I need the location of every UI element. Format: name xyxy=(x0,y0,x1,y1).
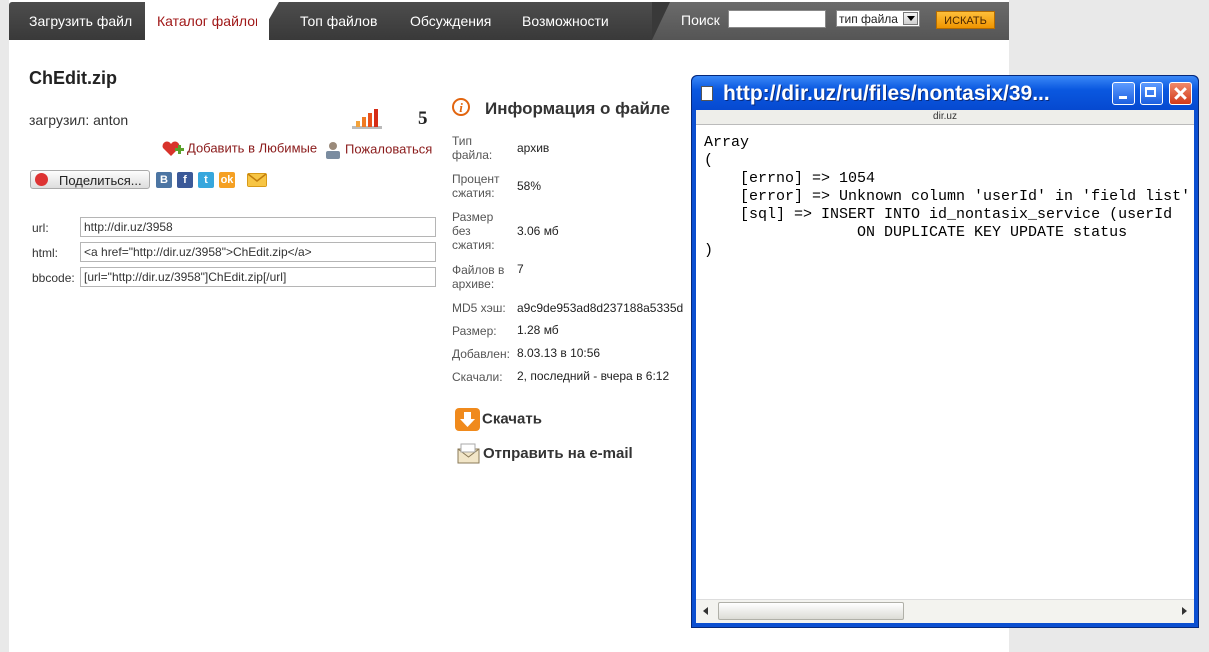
bbcode-label: bbcode: xyxy=(32,271,75,285)
send-email-label: Отправить на e-mail xyxy=(483,444,633,462)
vk-icon[interactable]: B xyxy=(156,172,172,188)
minimize-button[interactable] xyxy=(1112,82,1135,105)
send-email-link[interactable]: Отправить на e-mail xyxy=(457,443,633,465)
popup-content: Array ( [errno] => 1054 [error] => Unkno… xyxy=(696,125,1194,599)
info-value-added: 8.03.13 в 10:56 xyxy=(517,346,601,360)
mail-icon[interactable] xyxy=(247,173,267,187)
download-label: Скачать xyxy=(482,410,542,428)
html-field[interactable]: <a href="http://dir.uz/3958">ChEdit.zip<… xyxy=(80,242,436,262)
heart-add-icon xyxy=(162,141,184,156)
search-label: Поиск xyxy=(681,12,720,28)
scroll-right-icon[interactable] xyxy=(1176,603,1192,619)
nav-file-catalog[interactable]: Каталог файлов xyxy=(145,2,269,40)
share-button[interactable]: Поделиться... xyxy=(30,170,150,189)
info-value-compression: 58% xyxy=(517,179,542,193)
horizontal-scrollbar[interactable] xyxy=(696,599,1194,623)
filetype-select[interactable]: тип файла xyxy=(836,10,920,27)
info-value-size: 1.28 мб xyxy=(517,323,559,337)
popup-title: http://dir.uz/ru/files/nontasix/39... xyxy=(723,82,1050,105)
download-icon xyxy=(455,408,480,431)
report-link[interactable]: Пожаловаться xyxy=(323,140,432,160)
nav-top-files[interactable]: Топ файлов xyxy=(288,2,389,40)
url-label: url: xyxy=(32,221,49,235)
info-label-added: Добавлен: xyxy=(452,347,510,361)
filetype-selected-value: тип файла xyxy=(839,12,898,26)
info-value-type: архив xyxy=(517,141,550,155)
url-field[interactable]: http://dir.uz/3958 xyxy=(80,217,436,237)
html-label: html: xyxy=(32,246,59,260)
info-label-size: Размер: xyxy=(452,324,497,338)
envelope-icon xyxy=(457,443,480,464)
download-link[interactable]: Скачать xyxy=(455,408,542,431)
odnoklassniki-icon[interactable]: ok xyxy=(219,172,235,188)
bbcode-field[interactable]: [url="http://dir.uz/3958"]ChEdit.zip[/ur… xyxy=(80,267,436,287)
info-label-file-count: Файлов в архиве: xyxy=(452,263,505,291)
scroll-thumb[interactable] xyxy=(718,602,904,620)
info-label-uncompressed-size: Размер без сжатия: xyxy=(452,210,495,252)
search-area-edge xyxy=(652,2,670,40)
popup-window: http://dir.uz/ru/files/nontasix/39... di… xyxy=(691,75,1199,628)
add-to-favorites-label: Добавить в Любимые xyxy=(187,140,318,156)
rating-bars-icon xyxy=(352,109,382,129)
nav-upload-file[interactable]: Загрузить файл xyxy=(17,2,144,40)
nav-active-tab-edge xyxy=(257,2,279,40)
info-value-file-count: 7 xyxy=(517,262,524,276)
info-icon: i xyxy=(452,98,470,116)
nav-discussions[interactable]: Обсуждения xyxy=(398,2,503,40)
share-label: Поделиться... xyxy=(59,173,142,188)
info-label-downloads: Скачали: xyxy=(452,370,503,384)
nav-features[interactable]: Возможности xyxy=(510,2,621,40)
report-label: Пожаловаться xyxy=(345,141,433,157)
add-to-favorites-link[interactable]: Добавить в Любимые xyxy=(161,140,317,158)
uploader-text: загрузил: anton xyxy=(29,112,129,128)
popup-titlebar[interactable]: http://dir.uz/ru/files/nontasix/39... xyxy=(692,76,1198,110)
info-value-downloads: 2, последний - вчера в 6:12 xyxy=(517,369,670,383)
twitter-icon[interactable]: t xyxy=(198,172,214,188)
scroll-left-icon[interactable] xyxy=(698,603,714,619)
chevron-down-icon[interactable] xyxy=(903,12,918,25)
page-icon xyxy=(701,86,713,101)
popup-address: dir.uz xyxy=(696,110,1194,125)
share-icon xyxy=(35,173,48,186)
search-input[interactable] xyxy=(728,10,826,28)
top-navigation: Загрузить файл Каталог файлов Топ файлов… xyxy=(9,2,1009,40)
info-label-type: Тип файла: xyxy=(452,134,493,162)
file-title: ChEdit.zip xyxy=(29,68,117,88)
info-value-uncompressed-size: 3.06 мб xyxy=(517,224,559,238)
close-button[interactable] xyxy=(1169,82,1192,105)
facebook-icon[interactable]: f xyxy=(177,172,193,188)
info-value-md5: a9c9de953ad8d237188a5335d xyxy=(517,301,684,315)
info-label-md5: MD5 хэш: xyxy=(452,301,506,315)
info-label-compression: Процент сжатия: xyxy=(452,172,500,200)
search-button[interactable]: ИСКАТЬ xyxy=(936,11,995,29)
info-title: Информация о файле xyxy=(485,99,670,118)
rating-value: 5 xyxy=(418,108,428,129)
maximize-button[interactable] xyxy=(1140,82,1163,105)
report-user-icon xyxy=(326,142,340,159)
error-output: Array ( [errno] => 1054 [error] => Unkno… xyxy=(704,134,1191,259)
